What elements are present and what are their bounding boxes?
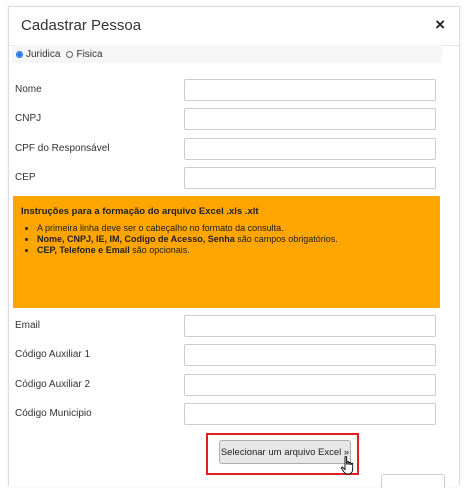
select-excel-file-button[interactable]: Selecionar um arquivo Excel » [219,440,351,464]
excel-instructions-panel: Instruções para a formação do arquivo Ex… [13,196,440,308]
modal-title: Cadastrar Pessoa [21,17,142,34]
codigo-auxiliar-2-label: Código Auxiliar 2 [15,379,91,390]
field-row-codigo-municipio: Código Municipio [12,403,442,427]
cpf-responsavel-input[interactable] [184,138,436,160]
field-row-cnpj: CNPJ [12,108,442,132]
instruction-item: A primeira linha deve ser o cabeçalho no… [37,223,432,234]
radio-juridica-label[interactable]: Juridica [26,49,60,60]
nome-input[interactable] [184,79,436,101]
field-row-codigo-auxiliar-1: Código Auxiliar 1 [12,344,442,368]
codigo-auxiliar-1-input[interactable] [184,344,436,366]
field-row-cpf-responsavel: CPF do Responsável [12,138,442,162]
email-input[interactable] [184,315,436,337]
close-icon[interactable]: × [435,15,445,35]
cep-input[interactable] [184,167,436,189]
codigo-auxiliar-1-label: Código Auxiliar 1 [15,349,91,360]
codigo-auxiliar-2-input[interactable] [184,374,436,396]
cnpj-input[interactable] [184,108,436,130]
field-row-nome: Nome [12,79,442,103]
nome-label: Nome [15,84,42,95]
codigo-municipio-input[interactable] [184,403,436,425]
instruction-item: Nome, CNPJ, IE, IM, Codigo de Acesso, Se… [37,234,432,245]
person-type-selector: Juridica Fisica [12,45,442,63]
cnpj-label: CNPJ [15,113,42,124]
cep-label: CEP [15,172,36,183]
modal-header: Cadastrar Pessoa × [9,7,459,46]
instructions-list: A primeira linha deve ser o cabeçalho no… [21,223,432,256]
instruction-item: CEP, Telefone e Email são opcionais. [37,245,432,256]
cpf-responsavel-label: CPF do Responsável [15,143,110,154]
codigo-municipio-label: Código Municipio [15,408,92,419]
field-row-codigo-auxiliar-2: Código Auxiliar 2 [12,374,442,398]
email-label: Email [15,320,41,331]
radio-juridica[interactable] [16,50,23,58]
radio-fisica[interactable] [66,50,74,58]
instructions-title: Instruções para a formação do arquivo Ex… [21,206,259,217]
field-row-email: Email [12,315,442,339]
hand-pointer-icon [340,456,354,475]
radio-fisica-label[interactable]: Fisica [76,49,102,60]
field-row-cep: CEP [12,167,442,191]
